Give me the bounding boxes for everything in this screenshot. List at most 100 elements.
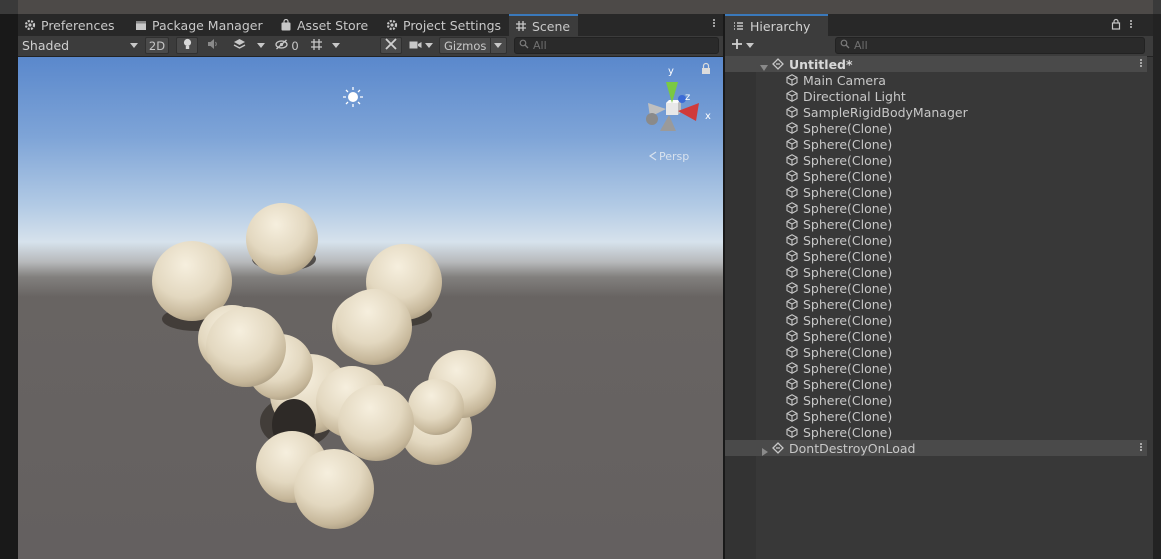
sphere (206, 307, 286, 387)
grid-dropdown[interactable] (332, 37, 340, 54)
lock-icon[interactable] (1111, 18, 1121, 33)
gameobject-cube-icon (786, 186, 798, 198)
kebab-menu-icon[interactable] (1139, 58, 1143, 68)
gameobject-cube-icon (786, 202, 798, 214)
hierarchy-item[interactable]: Directional Light (725, 88, 1147, 104)
hierarchy-item[interactable]: Sphere(Clone) (725, 328, 1147, 344)
gameobject-name: Sphere(Clone) (803, 424, 893, 440)
chevron-down-icon (130, 43, 138, 48)
hierarchy-item[interactable]: Sphere(Clone) (725, 232, 1147, 248)
hierarchy-search-input[interactable]: All (835, 37, 1145, 54)
lighting-toggle-button[interactable] (176, 37, 198, 54)
tab-label: Project Settings (403, 17, 502, 33)
gameobject-cube-icon (786, 330, 798, 342)
gizmos-dropdown[interactable]: Gizmos (439, 37, 507, 54)
effects-toggle-button[interactable] (228, 37, 250, 54)
gameobject-name: Sphere(Clone) (803, 232, 893, 248)
gameobject-name: Sphere(Clone) (803, 200, 893, 216)
gameobject-name: Sphere(Clone) (803, 392, 893, 408)
scene-row-untitled[interactable]: Untitled* (725, 56, 1147, 72)
create-dropdown-button[interactable] (731, 38, 754, 53)
tab-label: Scene (532, 18, 571, 34)
gameobject-name: Sphere(Clone) (803, 344, 893, 360)
hierarchy-item[interactable]: Sphere(Clone) (725, 424, 1147, 440)
hierarchy-toolbar: All (725, 36, 1153, 57)
projection-label[interactable]: Persp (648, 150, 689, 163)
gameobject-name: Directional Light (803, 88, 906, 104)
toggle-2d-button[interactable]: 2D (145, 37, 169, 54)
hierarchy-item[interactable]: Sphere(Clone) (725, 216, 1147, 232)
tab-package-manager[interactable]: Package Manager (135, 14, 263, 36)
hierarchy-item[interactable]: Main Camera (725, 72, 1147, 88)
gameobject-cube-icon (786, 362, 798, 374)
hierarchy-tab-bar: Hierarchy (725, 14, 1153, 36)
gameobject-cube-icon (786, 106, 798, 118)
tab-project-settings[interactable]: Project Settings (386, 14, 501, 36)
gameobject-name: Sphere(Clone) (803, 328, 893, 344)
tools-button[interactable] (380, 37, 402, 54)
list-icon (733, 19, 744, 34)
gameobject-name: Sphere(Clone) (803, 136, 893, 152)
gameobject-cube-icon (786, 298, 798, 310)
tab-hierarchy[interactable]: Hierarchy (725, 14, 829, 36)
grid-toggle-button[interactable] (306, 37, 326, 54)
hierarchy-item[interactable]: Sphere(Clone) (725, 120, 1147, 136)
kebab-menu-icon[interactable] (1139, 442, 1143, 452)
scene-search-input[interactable]: All (514, 37, 719, 54)
hierarchy-item[interactable]: Sphere(Clone) (725, 200, 1147, 216)
chevron-down-icon (425, 43, 433, 48)
layers-icon (233, 38, 246, 53)
directional-light-icon[interactable] (343, 87, 363, 107)
gameobject-name: Sphere(Clone) (803, 376, 893, 392)
shading-mode-dropdown[interactable]: Shaded (22, 37, 138, 54)
camera-icon (409, 39, 422, 53)
gameobject-name: Sphere(Clone) (803, 360, 893, 376)
gizmo-axis-y: y (668, 66, 674, 77)
tab-scene[interactable]: Scene (509, 14, 579, 36)
sphere (408, 379, 464, 435)
gameobject-cube-icon (786, 282, 798, 294)
hierarchy-item[interactable]: Sphere(Clone) (725, 408, 1147, 424)
hierarchy-item[interactable]: Sphere(Clone) (725, 376, 1147, 392)
kebab-menu-icon[interactable] (1130, 19, 1132, 29)
hierarchy-item[interactable]: Sphere(Clone) (725, 264, 1147, 280)
gear-icon (24, 19, 36, 31)
hierarchy-item[interactable]: Sphere(Clone) (725, 392, 1147, 408)
tab-label: Hierarchy (750, 18, 811, 34)
hierarchy-item[interactable]: Sphere(Clone) (725, 296, 1147, 312)
scene-viewport[interactable]: y z x Persp (18, 57, 723, 559)
hierarchy-item[interactable]: Sphere(Clone) (725, 280, 1147, 296)
tools-icon (385, 38, 397, 53)
window-top-strip (0, 0, 1161, 14)
hierarchy-item[interactable]: Sphere(Clone) (725, 312, 1147, 328)
collapsed-arrow-icon[interactable] (761, 444, 769, 459)
hierarchy-item[interactable]: Sphere(Clone) (725, 360, 1147, 376)
sphere-cluster (152, 203, 496, 529)
hidden-objects-toggle[interactable]: 0 (272, 37, 302, 54)
hierarchy-item[interactable]: Sphere(Clone) (725, 136, 1147, 152)
hierarchy-item[interactable]: SampleRigidBodyManager (725, 104, 1147, 120)
speaker-icon (207, 38, 219, 53)
scene-row-dontdestroyonload[interactable]: DontDestroyOnLoad (725, 440, 1147, 456)
tab-asset-store[interactable]: Asset Store (280, 14, 368, 36)
audio-toggle-button[interactable] (202, 37, 224, 54)
hierarchy-item[interactable]: Sphere(Clone) (725, 152, 1147, 168)
gameobject-name: Sphere(Clone) (803, 184, 893, 200)
gameobject-cube-icon (786, 378, 798, 390)
hierarchy-item[interactable]: Sphere(Clone) (725, 248, 1147, 264)
tab-preferences[interactable]: Preferences (24, 14, 115, 36)
kebab-menu-icon[interactable] (711, 18, 717, 28)
hierarchy-item[interactable]: Sphere(Clone) (725, 168, 1147, 184)
camera-dropdown[interactable] (406, 37, 436, 54)
effects-dropdown[interactable] (257, 37, 265, 54)
gameobject-cube-icon (786, 74, 798, 86)
gameobject-name: Sphere(Clone) (803, 168, 893, 184)
hierarchy-item[interactable]: Sphere(Clone) (725, 184, 1147, 200)
lock-icon[interactable] (702, 62, 710, 75)
scene-name: DontDestroyOnLoad (789, 440, 916, 456)
hierarchy-item[interactable]: Sphere(Clone) (725, 344, 1147, 360)
chevron-down-icon (257, 43, 265, 48)
gameobject-name: Main Camera (803, 72, 886, 88)
orientation-gizmo[interactable] (646, 82, 699, 131)
gameobject-cube-icon (786, 410, 798, 422)
